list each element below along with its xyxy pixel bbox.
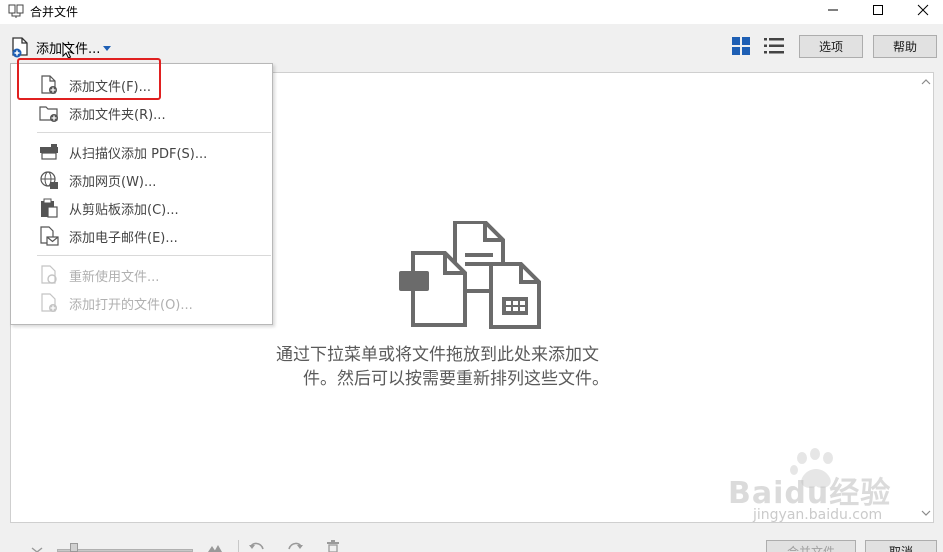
delete-icon[interactable] [324,539,342,552]
add-file-icon [12,37,28,58]
chevron-down-icon [103,45,112,51]
window-title: 合并文件 [30,5,79,19]
toolbar-divider [238,540,239,552]
add-files-dropdown[interactable]: 添加文件... [10,36,112,58]
cancel-button[interactable]: 取消 [865,540,937,552]
minimize-button[interactable] [813,0,853,20]
watermark-subtext: jingyan.baidu.com [753,507,883,523]
menu-item-label: 从剪贴板添加(C)... [69,202,179,218]
combine-files-app-icon [8,4,24,18]
menu-item-add-email[interactable]: 添加电子邮件(E)... [37,224,257,248]
scanner-icon [37,141,61,163]
empty-hint-line-1: 通过下拉菜单或将文件拖放到此处来添加文 [276,345,599,365]
menu-separator [37,132,271,133]
minimize-icon [828,9,838,11]
maximize-icon [873,5,883,15]
web-page-icon [37,169,61,191]
menu-item-add-from-clipboard[interactable]: 从剪贴板添加(C)... [37,196,257,220]
add-folder-icon [37,102,61,124]
menu-item-label: 添加网页(W)... [69,174,157,190]
menu-item-label: 从扫描仪添加 PDF(S)... [69,146,208,162]
watermark-text: Baidu经验 [728,476,892,511]
zoom-slider-handle[interactable] [70,543,78,552]
maximize-button[interactable] [858,0,898,20]
menu-item-add-folder[interactable]: 添加文件夹(R)... [37,101,257,125]
documents-illustration-icon [399,221,541,329]
add-open-files-icon [37,292,61,314]
empty-hint-line-2: 件。然后可以按需要重新排列这些文件。 [303,369,609,389]
options-button[interactable]: 选项 [799,35,863,58]
menu-item-add-from-scanner[interactable]: 从扫描仪添加 PDF(S)... [37,140,257,164]
menu-item-label: 重新使用文件... [69,269,160,285]
list-view-icon[interactable] [764,37,784,55]
menu-item-reuse-files[interactable]: 重新使用文件... [37,263,257,287]
clipboard-icon [37,197,61,219]
annotation-highlight-box [17,58,161,100]
title-bar: 合并文件 [0,0,943,24]
menu-item-label: 添加电子邮件(E)... [69,230,178,246]
merge-files-button[interactable]: 合并文件 [766,540,856,552]
undo-icon[interactable] [248,539,266,552]
email-icon [37,225,61,247]
menu-item-label: 添加文件夹(R)... [69,107,166,123]
scroll-up-arrow-icon[interactable] [921,77,931,87]
close-icon [917,4,929,16]
menu-item-label: 添加打开的文件(O)... [69,297,193,313]
menu-separator [37,255,271,256]
reuse-files-icon [37,264,61,286]
redo-icon[interactable] [286,539,304,552]
empty-hint-text: 通过下拉菜单或将文件拖放到此处来添加文 件。然后可以按需要重新排列这些文件。 [276,343,676,391]
menu-item-add-web-page[interactable]: 添加网页(W)... [37,168,257,192]
zoom-out-icon[interactable] [28,539,46,552]
close-button[interactable] [903,0,943,20]
help-button[interactable]: 帮助 [873,35,937,58]
zoom-in-icon[interactable] [206,539,224,552]
thumbnail-view-icon[interactable] [732,37,750,55]
add-files-menu: 添加文件(F)... 添加文件夹(R)... 从扫描仪添加 PDF(S)... … [10,63,273,325]
menu-item-add-open-files[interactable]: 添加打开的文件(O)... [37,291,257,315]
